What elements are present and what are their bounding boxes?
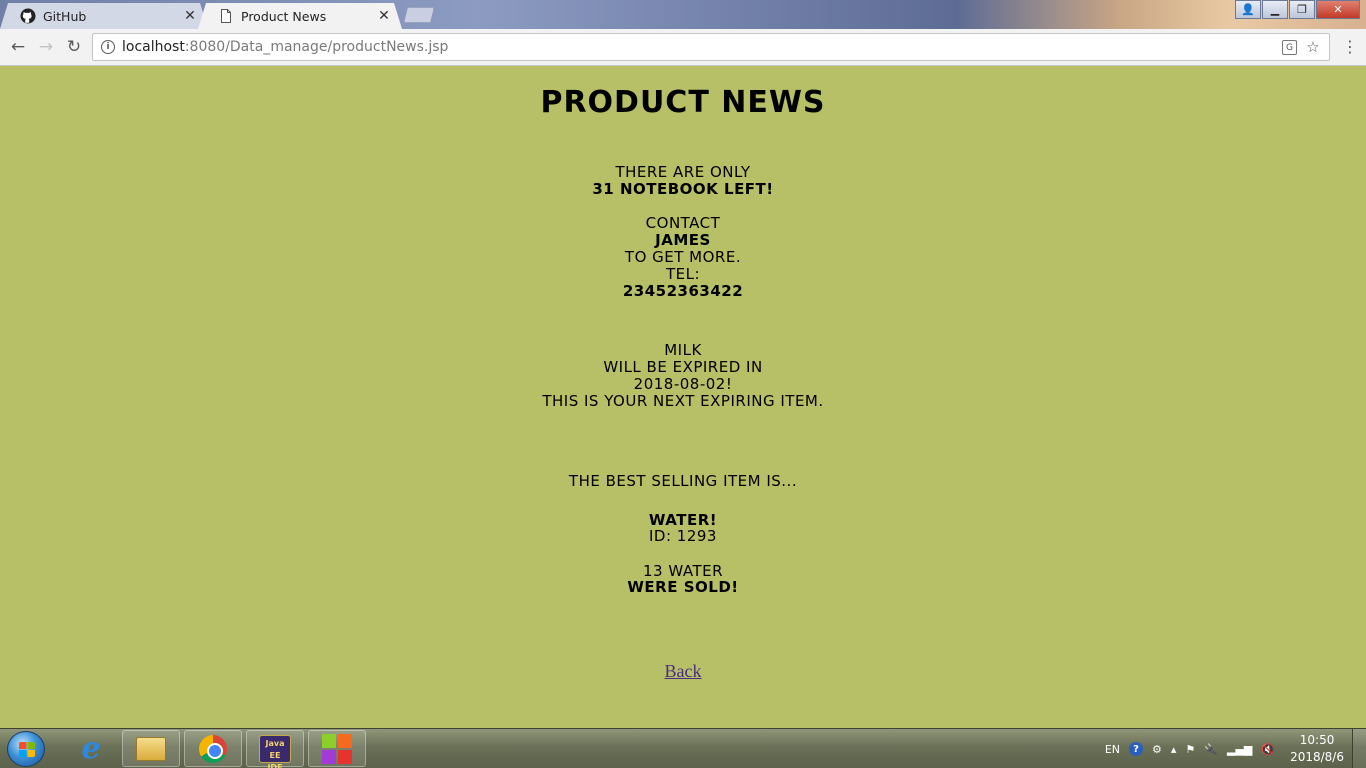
expiry-text: will be expired in: [603, 358, 763, 376]
window-controls: 👤 ▁ ❐ ✕: [1234, 0, 1360, 19]
url-text[interactable]: localhost:8080/Data_manage/productNews.j…: [122, 39, 448, 55]
contact-more: to get more.: [624, 248, 742, 266]
ie-glyph: e: [81, 731, 101, 766]
colored-tiles-icon: [322, 733, 352, 764]
translate-icon[interactable]: G: [1282, 40, 1297, 55]
address-bar[interactable]: i localhost:8080/Data_manage/productNews…: [92, 33, 1330, 61]
page-title: Product News: [540, 85, 826, 120]
close-window-button[interactable]: ✕: [1316, 0, 1360, 19]
help-icon[interactable]: ?: [1129, 742, 1144, 756]
sold-text: were sold!: [627, 578, 739, 596]
reload-icon[interactable]: ↻: [64, 37, 84, 57]
chrome-taskbar-button[interactable]: [184, 730, 242, 767]
tab-product-news[interactable]: Product News ✕: [198, 3, 402, 29]
best-seller-heading: The best selling item is...: [568, 472, 798, 490]
show-hidden-icons-icon[interactable]: ▴: [1171, 743, 1177, 756]
page-icon: [218, 8, 234, 24]
language-indicator[interactable]: EN: [1105, 743, 1120, 756]
tab-close-icon[interactable]: ✕: [376, 8, 392, 24]
stock-notice-line: There are only: [615, 163, 751, 181]
tel-label: Tel:: [665, 265, 701, 283]
bookmark-star-icon[interactable]: ☆: [1303, 38, 1323, 56]
clock-time: 10:50: [1299, 733, 1335, 747]
tray-settings-icon[interactable]: ⚙: [1152, 743, 1162, 756]
user-profile-icon[interactable]: 👤: [1235, 0, 1261, 19]
folder-icon: [136, 736, 166, 761]
contact-name: James: [655, 231, 711, 249]
tab-close-icon[interactable]: ✕: [182, 8, 198, 24]
expiry-date: 2018-08-02!: [633, 375, 733, 393]
site-info-icon[interactable]: i: [101, 40, 115, 54]
tel-number: 23452363422: [622, 282, 744, 300]
browser-toolbar: ← → ↻ i localhost:8080/Data_manage/produ…: [0, 29, 1366, 66]
stock-notice-count: 31 notebook left!: [592, 180, 774, 198]
file-explorer-button[interactable]: [122, 730, 180, 767]
network-signal-icon[interactable]: ▂▄▆: [1227, 743, 1252, 756]
new-tab-button[interactable]: [404, 7, 434, 23]
best-seller-id: ID: 1293: [649, 527, 717, 545]
power-icon[interactable]: 🔌: [1204, 743, 1218, 756]
tab-title: Product News: [241, 8, 327, 24]
url-path: :8080/Data_manage/productNews.jsp: [184, 39, 449, 55]
contact-label: Contact: [645, 214, 721, 232]
tab-title: GitHub: [43, 8, 87, 24]
expiry-item: Milk: [664, 341, 702, 359]
start-button[interactable]: [7, 731, 45, 767]
back-arrow-icon[interactable]: ←: [8, 37, 28, 57]
app-taskbar-button[interactable]: [308, 730, 366, 767]
back-link[interactable]: Back: [0, 661, 1366, 682]
internet-explorer-icon[interactable]: e: [62, 730, 120, 767]
expiry-note: This is your next expiring item.: [542, 392, 824, 410]
minimize-button[interactable]: ▁: [1262, 0, 1288, 19]
java-ee-ide-button[interactable]: Java EE IDE: [246, 730, 304, 768]
tab-github[interactable]: GitHub ✕: [0, 3, 208, 29]
taskbar: e Java EE IDE EN ? ⚙ ▴ ⚑ 🔌 ▂▄▆ 🔇 10:50 20…: [0, 728, 1366, 768]
system-tray: EN ? ⚙ ▴ ⚑ 🔌 ▂▄▆ 🔇 10:50 2018/8/6: [1105, 729, 1366, 768]
forward-arrow-icon[interactable]: →: [36, 37, 56, 57]
chrome-icon: [199, 734, 227, 763]
page-content: Product News There are only 31 notebook …: [0, 67, 1366, 728]
url-host: localhost: [122, 39, 185, 55]
clock-date: 2018/8/6: [1290, 750, 1344, 764]
clock[interactable]: 10:50 2018/8/6: [1290, 732, 1344, 766]
volume-muted-icon[interactable]: 🔇: [1261, 743, 1275, 756]
browser-tab-strip: GitHub ✕ Product News ✕ 👤 ▁ ❐ ✕: [0, 0, 1366, 29]
show-desktop-button[interactable]: [1352, 729, 1366, 768]
java-ee-ide-icon: Java EE IDE: [259, 734, 291, 768]
action-center-flag-icon[interactable]: ⚑: [1185, 743, 1195, 756]
menu-icon[interactable]: ⋮: [1342, 38, 1358, 56]
restore-button[interactable]: ❐: [1289, 0, 1315, 19]
github-icon: [20, 8, 36, 24]
